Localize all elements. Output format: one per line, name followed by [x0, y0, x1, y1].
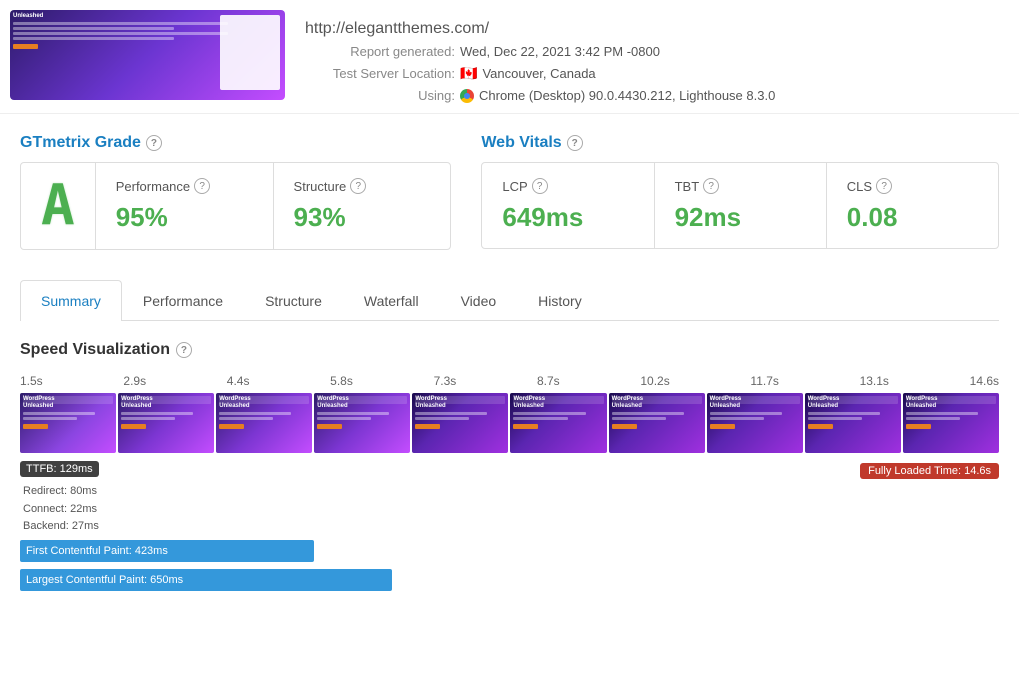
timing-details: Redirect: 80ms Connect: 22ms Backend: 27…: [23, 483, 999, 536]
gtmetrix-help-icon[interactable]: ?: [146, 135, 162, 151]
screenshot-2: WordPressUnleashed: [118, 393, 214, 453]
tab-history[interactable]: History: [517, 280, 603, 321]
cls-item: CLS ? 0.08: [827, 163, 998, 248]
structure-label: Structure ?: [294, 178, 431, 194]
report-date-row: Report generated: Wed, Dec 22, 2021 3:42…: [305, 44, 775, 59]
lcp-bar-label: Largest Contentful Paint: 650ms: [20, 574, 189, 586]
structure-metric: Structure ? 93%: [274, 163, 451, 249]
tabs-bar: Summary Performance Structure Waterfall …: [20, 280, 999, 321]
web-vitals-box: Web Vitals ? LCP ? 649ms TBT ? 92ms CL: [481, 134, 999, 250]
lcp-help-icon[interactable]: ?: [532, 178, 548, 194]
content-section: Speed Visualization ? 1.5s 2.9s 4.4s 5.8…: [0, 321, 1019, 611]
tbt-label: TBT ?: [675, 178, 806, 194]
time-label-5: 7.3s: [434, 374, 457, 388]
performance-value: 95%: [116, 202, 253, 233]
report-label: Report generated:: [305, 44, 455, 59]
gtmetrix-grade-box: GTmetrix Grade ? A Performance ? 95% Str…: [20, 134, 451, 250]
fully-loaded-badge: Fully Loaded Time: 14.6s: [860, 463, 999, 479]
tbt-item: TBT ? 92ms: [655, 163, 827, 248]
lcp-label: LCP ?: [502, 178, 633, 194]
screenshot-1: WordPressUnleashed: [20, 393, 116, 453]
report-date: Wed, Dec 22, 2021 3:42 PM -0800: [460, 44, 660, 59]
screenshot-6: WordPressUnleashed: [510, 393, 606, 453]
time-label-4: 5.8s: [330, 374, 353, 388]
site-url[interactable]: http://elegantthemes.com/: [305, 20, 775, 38]
lcp-bar-row: Largest Contentful Paint: 650ms: [20, 566, 999, 591]
screenshot-10: WordPressUnleashed: [903, 393, 999, 453]
time-label-10: 14.6s: [970, 374, 999, 388]
web-vitals-title: Web Vitals ?: [481, 134, 999, 152]
using-label: Using:: [305, 88, 455, 103]
site-thumbnail: Unleashed: [10, 10, 285, 100]
fcp-bar-row: First Contentful Paint: 423ms: [20, 540, 999, 562]
tab-structure[interactable]: Structure: [244, 280, 343, 321]
time-label-8: 11.7s: [750, 374, 778, 388]
lcp-value: 649ms: [502, 202, 633, 233]
structure-help-icon[interactable]: ?: [350, 178, 366, 194]
speed-viz-help-icon[interactable]: ?: [176, 342, 192, 358]
grade-letter-section: A: [21, 163, 96, 249]
using-row: Using: Chrome (Desktop) 90.0.4430.212, L…: [305, 88, 775, 103]
fcp-bar: First Contentful Paint: 423ms: [20, 540, 314, 562]
screenshot-4: WordPressUnleashed: [314, 393, 410, 453]
lcp-item: LCP ? 649ms: [482, 163, 654, 248]
grades-section: GTmetrix Grade ? A Performance ? 95% Str…: [0, 114, 1019, 270]
server-label: Test Server Location:: [305, 66, 455, 81]
tab-performance[interactable]: Performance: [122, 280, 244, 321]
connect-info: Connect: 22ms: [23, 501, 999, 519]
flag-icon: 🇨🇦: [460, 65, 477, 82]
cls-help-icon[interactable]: ?: [876, 178, 892, 194]
grade-letter: A: [41, 178, 75, 234]
lcp-bar: Largest Contentful Paint: 650ms: [20, 569, 392, 591]
thumbnail-mockup: [220, 15, 280, 90]
grade-metrics: Performance ? 95% Structure ? 93%: [96, 163, 451, 249]
screenshots-row: WordPressUnleashed WordPressUnleashed Wo…: [20, 393, 999, 453]
ttfb-badge: TTFB: 129ms: [20, 461, 99, 477]
backend-info: Backend: 27ms: [23, 518, 999, 536]
performance-metric: Performance ? 95%: [96, 163, 274, 249]
cls-label: CLS ?: [847, 178, 978, 194]
cls-value: 0.08: [847, 202, 978, 233]
structure-value: 93%: [294, 202, 431, 233]
time-labels: 1.5s 2.9s 4.4s 5.8s 7.3s 8.7s 10.2s 11.7…: [20, 374, 999, 388]
performance-label: Performance ?: [116, 178, 253, 194]
gtmetrix-grade-title: GTmetrix Grade ?: [20, 134, 451, 152]
using-value: Chrome (Desktop) 90.0.4430.212, Lighthou…: [479, 88, 775, 103]
time-label-6: 8.7s: [537, 374, 560, 388]
tabs-section: Summary Performance Structure Waterfall …: [0, 280, 1019, 321]
server-location: Vancouver, Canada: [482, 66, 595, 81]
fcp-label: First Contentful Paint: 423ms: [20, 545, 174, 557]
time-label-7: 10.2s: [640, 374, 669, 388]
tab-waterfall[interactable]: Waterfall: [343, 280, 440, 321]
header-section: Unleashed http://elegantthemes.com/ Repo…: [0, 0, 1019, 114]
header-info: http://elegantthemes.com/ Report generat…: [285, 10, 775, 103]
time-label-2: 2.9s: [123, 374, 146, 388]
chrome-icon: [460, 89, 474, 103]
tab-video[interactable]: Video: [440, 280, 518, 321]
vitals-card: LCP ? 649ms TBT ? 92ms CLS ? 0.08: [481, 162, 999, 249]
tab-summary[interactable]: Summary: [20, 280, 122, 321]
tbt-value: 92ms: [675, 202, 806, 233]
time-label-9: 13.1s: [860, 374, 889, 388]
time-label-1: 1.5s: [20, 374, 43, 388]
redirect-info: Redirect: 80ms: [23, 483, 999, 501]
server-location-row: Test Server Location: 🇨🇦 Vancouver, Cana…: [305, 65, 775, 82]
performance-help-icon[interactable]: ?: [194, 178, 210, 194]
web-vitals-help-icon[interactable]: ?: [567, 135, 583, 151]
time-label-3: 4.4s: [227, 374, 250, 388]
screenshot-3: WordPressUnleashed: [216, 393, 312, 453]
speed-viz-title: Speed Visualization ?: [20, 341, 999, 359]
screenshot-9: WordPressUnleashed: [805, 393, 901, 453]
grade-card: A Performance ? 95% Structure ? 93%: [20, 162, 451, 250]
screenshot-5: WordPressUnleashed: [412, 393, 508, 453]
speed-visualization: 1.5s 2.9s 4.4s 5.8s 7.3s 8.7s 10.2s 11.7…: [20, 374, 999, 591]
screenshot-7: WordPressUnleashed: [609, 393, 705, 453]
tbt-help-icon[interactable]: ?: [703, 178, 719, 194]
screenshot-8: WordPressUnleashed: [707, 393, 803, 453]
